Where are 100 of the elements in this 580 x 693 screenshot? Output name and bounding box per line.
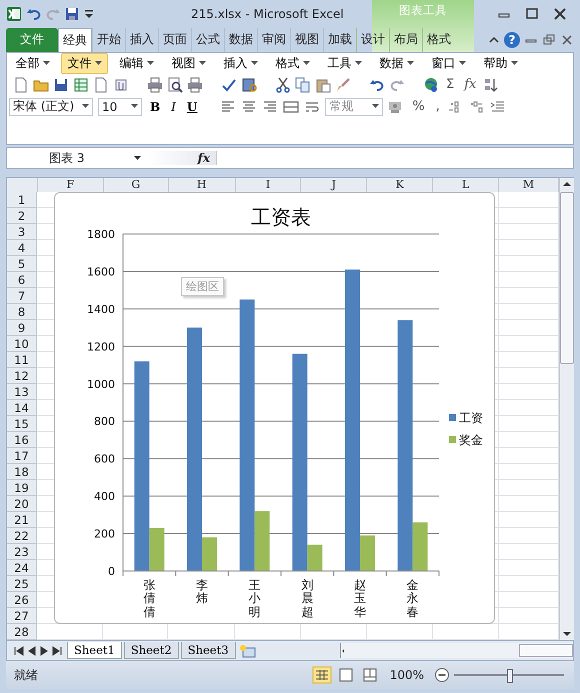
align-center-icon[interactable] — [241, 100, 258, 114]
row-header[interactable]: 28 — [7, 624, 37, 640]
floppy-icon[interactable] — [53, 76, 69, 93]
align-right-icon[interactable] — [262, 100, 278, 114]
row-header[interactable]: 9 — [7, 320, 37, 336]
function-button[interactable]: fx — [461, 77, 480, 92]
sum-button[interactable]: Σ — [443, 77, 458, 92]
axis-tick-label: 800 — [94, 415, 115, 428]
menu-item[interactable]: 插入 — [217, 53, 264, 74]
wrap-text-icon[interactable] — [304, 100, 320, 114]
category-label: 赵玉华 — [354, 579, 366, 619]
row-header[interactable]: 14 — [7, 400, 37, 416]
percent-button[interactable]: % — [409, 99, 428, 114]
page-icon[interactable] — [13, 76, 29, 93]
axis-tick-label: 600 — [94, 452, 115, 466]
caret-icon — [302, 61, 310, 66]
merge-cells-icon[interactable] — [283, 100, 300, 114]
menu-item[interactable]: 视图 — [165, 53, 212, 74]
ribbon-tab[interactable]: 文件 — [6, 28, 58, 52]
row-header[interactable]: 6 — [7, 272, 37, 288]
menu-item[interactable]: 窗口 — [425, 53, 472, 74]
clipboard-icon[interactable] — [315, 76, 331, 93]
underline-button[interactable]: U — [184, 100, 200, 114]
vertical-scrollbar[interactable] — [559, 178, 574, 640]
customize-caret-icon[interactable] — [84, 8, 94, 20]
page-icon[interactable] — [93, 76, 109, 93]
row-header[interactable]: 20 — [7, 496, 37, 512]
font-name-field[interactable]: 宋体 (正文) — [9, 98, 93, 116]
menu-item[interactable]: 文件 — [61, 53, 108, 74]
printer-icon[interactable] — [147, 76, 163, 93]
magnifier-icon[interactable] — [167, 76, 183, 93]
menu-item[interactable]: 工具 — [321, 53, 368, 74]
menu-item[interactable]: 数据 — [373, 53, 420, 74]
floppy-icon[interactable] — [65, 6, 79, 21]
sort-icon[interactable] — [483, 76, 500, 93]
row-header[interactable]: 19 — [7, 480, 37, 496]
sheet-tab[interactable]: Sheet2 — [124, 642, 179, 660]
row-header[interactable]: 8 — [7, 304, 37, 320]
spellcheck-icon[interactable] — [221, 76, 237, 93]
row-header[interactable]: 17 — [7, 448, 37, 464]
caret-icon — [372, 104, 380, 110]
row-header[interactable]: 23 — [7, 544, 37, 560]
ribbon-tab[interactable]: 经典 — [58, 28, 92, 52]
scissors-icon[interactable] — [275, 76, 291, 93]
indent-icon[interactable] — [490, 100, 506, 114]
zoom-slider-thumb[interactable] — [507, 669, 513, 684]
italic-button[interactable]: I — [168, 100, 179, 114]
row-header[interactable]: 10 — [7, 336, 37, 352]
comma-button[interactable]: , — [432, 99, 443, 114]
row-header[interactable]: 15 — [7, 416, 37, 432]
font-size-field[interactable]: 10 — [98, 98, 142, 116]
undo-icon[interactable] — [27, 6, 41, 21]
row-header[interactable]: 4 — [7, 240, 37, 256]
row-header[interactable]: 24 — [7, 560, 37, 576]
spreadsheet-logo-icon[interactable] — [6, 6, 22, 22]
bold-button[interactable]: B — [147, 100, 164, 114]
row-header[interactable]: 11 — [7, 352, 37, 368]
row-header[interactable]: 26 — [7, 592, 37, 608]
row-header[interactable]: 13 — [7, 384, 37, 400]
menu-item[interactable]: 全部 — [9, 53, 56, 74]
chart-area[interactable]: 0 200 400 600 800 1000 1200 1400 1600 1800 工资表 工资 奖金 张倩倩 李炜 王小明 刘晨超 赵玉华 金永春 绘图区 — [54, 192, 495, 624]
row-header[interactable]: 12 — [7, 368, 37, 384]
row-header[interactable]: 3 — [7, 224, 37, 240]
copy-icon[interactable] — [295, 76, 311, 93]
row-header[interactable]: 25 — [7, 576, 37, 592]
normal-view-icon[interactable] — [312, 666, 332, 684]
row-header[interactable]: 21 — [7, 512, 37, 528]
caret-icon — [510, 61, 518, 66]
axis-tick-label: 0 — [108, 565, 115, 578]
caret-icon — [458, 61, 466, 66]
menu-item[interactable]: 格式 — [269, 53, 316, 74]
row-header[interactable]: 7 — [7, 288, 37, 304]
row-header[interactable]: 2 — [7, 208, 37, 224]
row-header[interactable]: 5 — [7, 256, 37, 272]
spreadsheet-icon[interactable] — [73, 76, 89, 93]
zoom-out-icon[interactable] — [434, 667, 450, 684]
globe-icon[interactable] — [423, 76, 439, 93]
row-header[interactable]: 22 — [7, 528, 37, 544]
book-icon[interactable] — [241, 76, 257, 93]
row-header[interactable]: 16 — [7, 432, 37, 448]
chart-title: 工资表 — [251, 205, 311, 230]
close-icon[interactable] — [560, 34, 574, 46]
menu-item[interactable]: 编辑 — [113, 53, 160, 74]
menu-item[interactable]: 帮助 — [477, 53, 524, 74]
printer-icon[interactable] — [187, 76, 203, 93]
align-left-icon[interactable] — [220, 100, 236, 114]
number-format-field[interactable]: 常规 — [325, 98, 384, 116]
horizontal-scrollbar[interactable] — [340, 643, 573, 658]
sheet-tab[interactable]: Sheet3 — [180, 642, 236, 660]
help-button[interactable]: ? — [504, 32, 520, 48]
row-header[interactable]: 1 — [7, 192, 37, 208]
zoom-level[interactable]: 100% — [390, 668, 424, 682]
decrease-decimal-icon[interactable] — [468, 100, 485, 114]
row-header[interactable]: 18 — [7, 464, 37, 480]
axis-tick-label: 400 — [94, 490, 115, 504]
brush-icon[interactable] — [335, 76, 351, 93]
restore-icon[interactable] — [542, 34, 556, 46]
sheet-tab[interactable]: Sheet1 — [67, 642, 122, 660]
row-header[interactable]: 27 — [7, 608, 37, 624]
new-sheet-icon[interactable] — [238, 644, 258, 658]
